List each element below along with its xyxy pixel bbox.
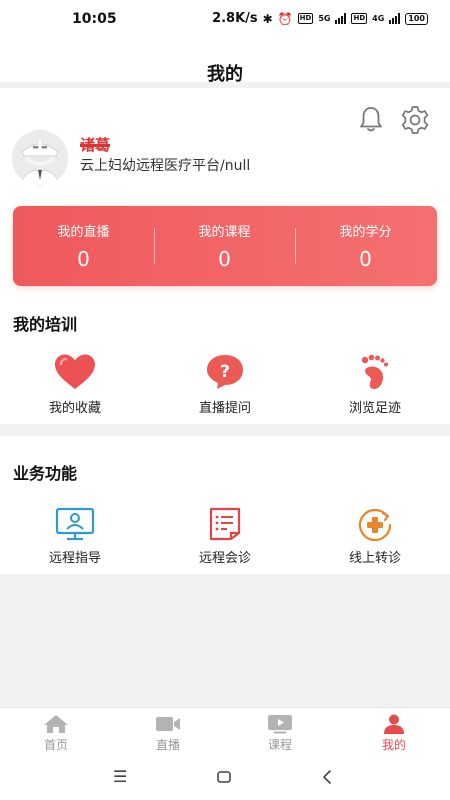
section-title-business: 业务功能 xyxy=(13,464,78,483)
nav-item-courses[interactable]: 课程 xyxy=(224,714,336,753)
history-label: 浏览足迹 xyxy=(348,401,401,416)
online-referral-label: 线上转诊 xyxy=(348,551,401,566)
signal-icon xyxy=(335,13,347,24)
bluetooth-icon: ✱ xyxy=(262,11,273,26)
doctor-avatar-icon xyxy=(12,130,68,186)
title-bar: 我的 xyxy=(0,40,450,85)
network-speed: 2.8K/s xyxy=(212,11,258,26)
live-question-button[interactable]: ? 直播提问 xyxy=(150,353,300,416)
nav-item-live[interactable]: 直播 xyxy=(112,714,224,753)
person-icon xyxy=(384,714,404,734)
home-icon xyxy=(44,715,68,733)
signal-icon-2 xyxy=(389,13,401,24)
page-title: 我的 xyxy=(207,64,243,85)
stat-label: 我的课程 xyxy=(198,225,251,240)
favorites-button[interactable]: 我的收藏 xyxy=(0,353,150,416)
svg-text:?: ? xyxy=(220,362,230,382)
stat-value: 0 xyxy=(359,247,372,271)
avatar[interactable] xyxy=(12,130,68,186)
stat-my-credits[interactable]: 我的学分 0 xyxy=(295,206,436,286)
nav-label: 首页 xyxy=(43,738,68,752)
status-bar: 10:05 2.8K/s ✱ ⏰ HD 5G HD 4G 100 xyxy=(0,0,450,40)
hd-icon: HD xyxy=(297,13,314,24)
favorites-label: 我的收藏 xyxy=(48,401,101,416)
referral-plus-icon xyxy=(358,508,392,541)
history-button[interactable]: 浏览足迹 xyxy=(300,353,450,416)
status-indicators: 2.8K/s ✱ ⏰ HD 5G HD 4G 100 xyxy=(212,11,428,26)
hd-icon-2: HD xyxy=(351,13,368,24)
network-4g-label: 4G xyxy=(372,14,385,23)
stat-label: 我的直播 xyxy=(57,225,110,240)
network-5g-label: 5G xyxy=(318,14,331,23)
business-section: 业务功能 远程指导 远程会诊 线上转诊 xyxy=(0,436,450,574)
stats-panel: 我的直播 0 我的课程 0 我的学分 0 xyxy=(13,206,437,286)
nav-label: 课程 xyxy=(267,738,292,752)
system-nav-bar: ☰ xyxy=(0,759,450,800)
status-time: 10:05 xyxy=(72,11,117,27)
stat-my-live[interactable]: 我的直播 0 xyxy=(13,206,154,286)
section-title-training: 我的培训 xyxy=(13,315,78,334)
video-camera-icon xyxy=(156,717,180,731)
heart-icon xyxy=(55,354,95,389)
user-name: 诸葛 xyxy=(80,136,111,154)
nav-item-mine[interactable]: 我的 xyxy=(338,714,450,753)
online-referral-button[interactable]: 线上转诊 xyxy=(300,507,450,566)
gear-icon[interactable] xyxy=(399,104,431,136)
battery-icon: 100 xyxy=(405,12,428,25)
alarm-icon: ⏰ xyxy=(277,11,293,26)
remote-consultation-label: 远程会诊 xyxy=(198,551,251,566)
live-question-label: 直播提问 xyxy=(198,401,251,416)
footprint-icon xyxy=(361,354,388,389)
question-bubble-icon: ? xyxy=(207,355,243,389)
profile-card: 诸葛 云上妇幼远程医疗平台/null 我的直播 0 我的课程 0 我的学分 0 xyxy=(0,88,450,298)
bell-icon[interactable] xyxy=(356,104,386,134)
organization-label: 云上妇幼远程医疗平台/null xyxy=(80,158,251,174)
nav-label: 我的 xyxy=(381,738,406,752)
play-screen-icon xyxy=(268,715,292,734)
bottom-nav: 首页 直播 课程 我的 xyxy=(0,707,450,759)
remote-guidance-button[interactable]: 远程指导 xyxy=(0,507,150,566)
menu-icon[interactable]: ☰ xyxy=(113,767,127,786)
nav-label: 直播 xyxy=(155,738,180,752)
remote-guidance-label: 远程指导 xyxy=(48,551,101,566)
monitor-user-icon xyxy=(55,507,95,541)
training-section: 我的培训 我的收藏 ? 直播提问 浏览足迹 xyxy=(0,298,450,424)
stat-value: 0 xyxy=(77,247,90,271)
stat-my-courses[interactable]: 我的课程 0 xyxy=(154,206,295,286)
remote-consultation-button[interactable]: 远程会诊 xyxy=(150,507,300,566)
stat-value: 0 xyxy=(218,247,231,271)
back-icon[interactable] xyxy=(322,770,332,784)
home-square-icon[interactable] xyxy=(217,771,231,783)
stat-label: 我的学分 xyxy=(339,225,392,240)
nav-item-home[interactable]: 首页 xyxy=(0,714,112,753)
document-list-icon xyxy=(209,507,241,541)
